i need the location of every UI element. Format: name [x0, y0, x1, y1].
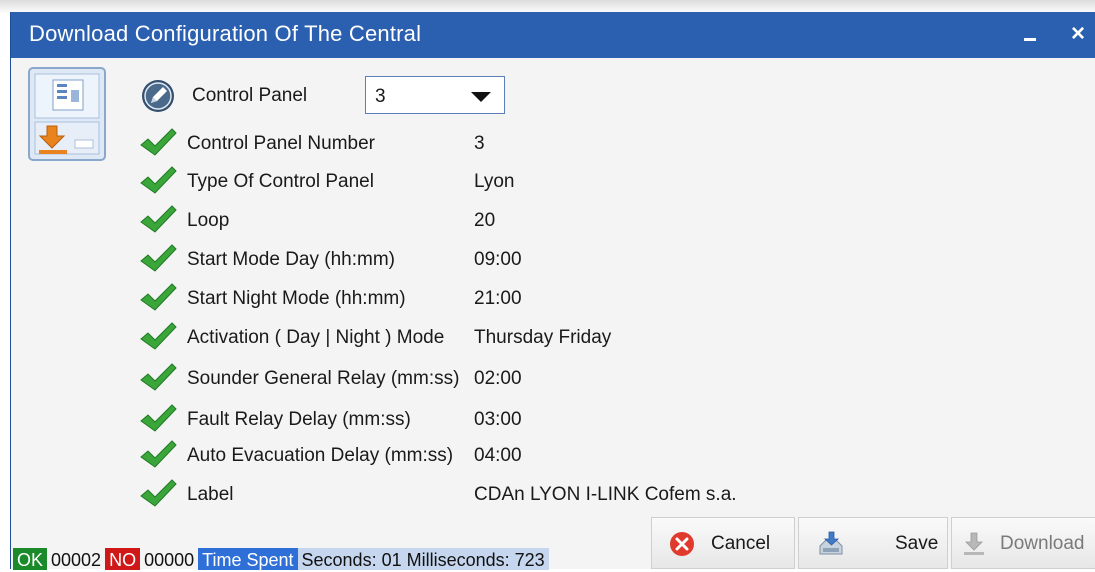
config-value: 09:00 [474, 249, 522, 270]
config-value: 04:00 [474, 445, 522, 466]
config-row: Loop 20 [139, 205, 839, 237]
time-spent-badge: Time Spent [198, 548, 298, 570]
config-row: Activation ( Day | Night ) Mode Thursday… [139, 322, 839, 354]
checkmark-icon [140, 244, 177, 272]
save-button[interactable]: Save [798, 517, 948, 569]
config-label: Start Night Mode (hh:mm) [187, 288, 406, 309]
config-row: Sounder General Relay (mm:ss) 02:00 [139, 363, 839, 395]
save-icon [819, 531, 843, 555]
config-label: Sounder General Relay (mm:ss) [187, 368, 460, 389]
time-spent-value: Seconds: 01 Milliseconds: 723 [297, 548, 549, 570]
cancel-button[interactable]: Cancel [651, 517, 795, 569]
config-label: Start Mode Day (hh:mm) [187, 249, 395, 270]
config-label: Control Panel Number [187, 133, 375, 154]
save-button-label: Save [895, 533, 939, 554]
no-count: 00000 [144, 550, 195, 570]
config-label: Type Of Control Panel [187, 171, 374, 192]
checkmark-icon [140, 440, 177, 468]
control-panel-download-icon [28, 67, 106, 161]
ok-count: 00002 [51, 550, 102, 570]
cancel-button-label: Cancel [711, 533, 771, 554]
checkmark-icon [140, 404, 177, 432]
config-label: Label [187, 484, 234, 505]
dialog-window: Download Configuration Of The Central × … [10, 12, 1095, 570]
config-row: Start Mode Day (hh:mm) 09:00 [139, 244, 839, 276]
minimize-button[interactable] [1016, 18, 1044, 50]
minimize-icon [1024, 38, 1036, 41]
cancel-icon [670, 532, 694, 556]
config-row: Start Night Mode (hh:mm) 21:00 [139, 283, 839, 315]
window-title: Download Configuration Of The Central [29, 21, 422, 46]
config-value: 3 [474, 133, 485, 154]
checkmark-icon [140, 363, 177, 391]
config-label: Loop [187, 210, 230, 231]
download-button-label: Download [1000, 533, 1085, 554]
config-label: Fault Relay Delay (mm:ss) [187, 409, 411, 430]
download-icon [964, 532, 984, 555]
config-value: Thursday Friday [474, 327, 612, 348]
control-panel-select-row: Control Panel 3 [141, 76, 541, 122]
checkmark-icon [140, 205, 177, 233]
checkmark-icon [140, 322, 177, 350]
control-panel-label: Control Panel [192, 85, 308, 106]
title-bar: Download Configuration Of The Central × [11, 12, 1095, 58]
checkmark-icon [140, 166, 177, 194]
checkmark-icon [140, 479, 177, 507]
ok-badge: OK [13, 548, 48, 570]
config-value: Lyon [474, 171, 515, 192]
config-row: Type Of Control Panel Lyon [139, 166, 839, 198]
close-button[interactable]: × [1064, 18, 1092, 50]
control-panel-selected-value: 3 [375, 86, 386, 107]
config-row: Label CDAn LYON I-LINK Cofem s.a. [139, 479, 839, 511]
config-row: Auto Evacuation Delay (mm:ss) 04:00 [139, 440, 839, 472]
edit-pencil-icon [142, 80, 174, 112]
dropdown-arrow-icon [471, 92, 491, 102]
status-bar: OK 00002 NO 00000 Time Spent Seconds: 01… [13, 548, 549, 570]
config-value: CDAn LYON I-LINK Cofem s.a. [474, 484, 737, 505]
config-value: 21:00 [474, 288, 522, 309]
config-value: 02:00 [474, 368, 522, 389]
config-label: Activation ( Day | Night ) Mode [187, 327, 445, 348]
config-row: Fault Relay Delay (mm:ss) 03:00 [139, 404, 839, 436]
config-value: 20 [474, 210, 496, 231]
config-label: Auto Evacuation Delay (mm:ss) [187, 445, 454, 466]
config-value: 03:00 [474, 409, 522, 430]
download-button[interactable]: Download [951, 517, 1095, 569]
checkmark-icon [140, 128, 177, 156]
control-panel-dropdown[interactable]: 3 [365, 76, 505, 114]
config-row: Control Panel Number 3 [139, 128, 839, 160]
no-badge: NO [105, 548, 141, 570]
checkmark-icon [140, 283, 177, 311]
